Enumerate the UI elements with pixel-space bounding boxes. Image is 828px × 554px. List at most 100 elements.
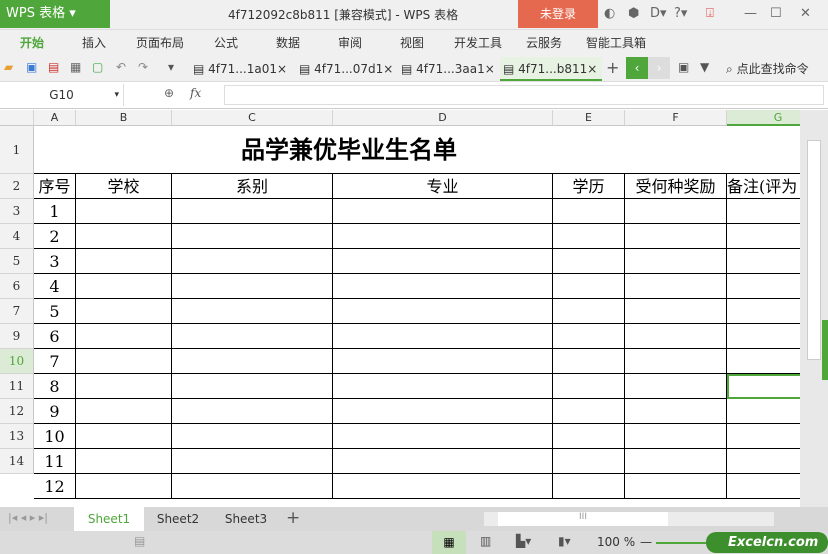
column-header-C[interactable]: C bbox=[172, 110, 333, 126]
data-cell[interactable] bbox=[625, 449, 727, 474]
select-all-corner[interactable] bbox=[0, 110, 34, 126]
sequence-cell[interactable]: 9 bbox=[34, 399, 76, 424]
zoom-level[interactable]: 100 % bbox=[597, 535, 635, 549]
menu-tab-5[interactable]: 审阅 bbox=[338, 30, 362, 56]
menu-tab-9[interactable]: 智能工具箱 bbox=[586, 30, 646, 56]
column-header-D[interactable]: D bbox=[333, 110, 553, 126]
data-cell[interactable] bbox=[76, 224, 172, 249]
column-title-cell[interactable]: 学校 bbox=[76, 174, 172, 199]
data-cell[interactable] bbox=[727, 274, 800, 299]
sheet-tab-Sheet2[interactable]: Sheet2 bbox=[144, 507, 212, 531]
scroll-thumb[interactable] bbox=[807, 140, 821, 360]
data-cell[interactable] bbox=[553, 299, 625, 324]
row-header-5[interactable]: 5 bbox=[0, 249, 34, 274]
row-header-1[interactable]: 1 bbox=[0, 126, 34, 174]
close-button[interactable]: ✕ bbox=[800, 6, 811, 21]
save-icon[interactable]: ▣ bbox=[26, 60, 37, 74]
help-icon[interactable]: ?▾ bbox=[674, 6, 687, 21]
skin-icon[interactable]: ◐ bbox=[604, 6, 615, 21]
selected-cell-G10[interactable] bbox=[727, 374, 800, 399]
data-cell[interactable] bbox=[333, 249, 553, 274]
data-cell[interactable] bbox=[625, 424, 727, 449]
zoom-formula-icon[interactable]: ⊕ bbox=[164, 86, 174, 100]
data-cell[interactable] bbox=[333, 349, 553, 374]
data-cell[interactable] bbox=[172, 324, 333, 349]
side-panel-handle[interactable] bbox=[822, 320, 828, 380]
data-cell[interactable] bbox=[727, 299, 800, 324]
row-header-9[interactable]: 9 bbox=[0, 324, 34, 349]
sequence-cell[interactable]: 1 bbox=[34, 199, 76, 224]
h-scroll-thumb[interactable]: III bbox=[498, 512, 668, 526]
download-icon[interactable]: ⍗ bbox=[706, 6, 714, 21]
data-cell[interactable] bbox=[553, 349, 625, 374]
data-cell[interactable] bbox=[172, 474, 333, 499]
data-cell[interactable] bbox=[172, 274, 333, 299]
data-cell[interactable] bbox=[333, 274, 553, 299]
undo-icon[interactable]: ↶ bbox=[116, 60, 126, 74]
menu-tab-1[interactable]: 插入 bbox=[82, 30, 106, 56]
data-cell[interactable] bbox=[172, 199, 333, 224]
row-header-13[interactable]: 13 bbox=[0, 424, 34, 449]
feedback-icon[interactable]: D▾ bbox=[650, 6, 667, 21]
data-cell[interactable] bbox=[76, 449, 172, 474]
data-cell[interactable] bbox=[76, 324, 172, 349]
row-header-6[interactable]: 6 bbox=[0, 274, 34, 299]
pdf-icon[interactable]: ▤ bbox=[48, 60, 59, 74]
menu-tab-0[interactable]: 开始 bbox=[20, 30, 44, 56]
column-header-G[interactable]: G bbox=[727, 110, 800, 126]
data-cell[interactable] bbox=[333, 424, 553, 449]
sequence-cell[interactable]: 3 bbox=[34, 249, 76, 274]
data-cell[interactable] bbox=[727, 424, 800, 449]
data-cell[interactable] bbox=[727, 199, 800, 224]
sequence-cell[interactable]: 7 bbox=[34, 349, 76, 374]
data-cell[interactable] bbox=[553, 449, 625, 474]
data-cell[interactable] bbox=[333, 299, 553, 324]
vertical-scrollbar[interactable] bbox=[800, 110, 828, 507]
sequence-cell[interactable]: 2 bbox=[34, 224, 76, 249]
column-header-A[interactable]: A bbox=[34, 110, 76, 126]
row-header-7[interactable]: 7 bbox=[0, 299, 34, 324]
new-tab-button[interactable]: + bbox=[606, 58, 619, 77]
settings-icon[interactable]: ⬢ bbox=[628, 6, 639, 21]
row-header-2[interactable]: 2 bbox=[0, 174, 34, 199]
data-cell[interactable] bbox=[727, 349, 800, 374]
data-cell[interactable] bbox=[76, 374, 172, 399]
row-header-11[interactable]: 11 bbox=[0, 374, 34, 399]
data-cell[interactable] bbox=[76, 299, 172, 324]
row-header-4[interactable]: 4 bbox=[0, 224, 34, 249]
column-header-E[interactable]: E bbox=[553, 110, 625, 126]
data-cell[interactable] bbox=[553, 274, 625, 299]
name-box[interactable]: G10 ▾ bbox=[0, 84, 124, 106]
layout-icon[interactable]: ▙▾ bbox=[516, 534, 531, 548]
display-icon[interactable]: ▣ bbox=[678, 60, 689, 74]
data-cell[interactable] bbox=[553, 249, 625, 274]
column-header-B[interactable]: B bbox=[76, 110, 172, 126]
data-cell[interactable] bbox=[625, 349, 727, 374]
data-cell[interactable] bbox=[172, 249, 333, 274]
column-title-cell[interactable]: 系别 bbox=[172, 174, 333, 199]
data-cell[interactable] bbox=[76, 399, 172, 424]
data-cell[interactable] bbox=[333, 224, 553, 249]
menu-tab-7[interactable]: 开发工具 bbox=[454, 30, 502, 56]
data-cell[interactable] bbox=[553, 424, 625, 449]
column-title-cell[interactable]: 受何种奖励 bbox=[625, 174, 727, 199]
horizontal-scrollbar[interactable]: III bbox=[484, 512, 774, 526]
data-cell[interactable] bbox=[172, 424, 333, 449]
data-cell[interactable] bbox=[333, 474, 553, 499]
tab-prev-button[interactable]: ‹ bbox=[626, 57, 648, 79]
open-icon[interactable]: ▰ bbox=[4, 60, 13, 74]
sheet-tab-Sheet1[interactable]: Sheet1 bbox=[74, 507, 144, 531]
data-cell[interactable] bbox=[625, 474, 727, 499]
menu-tab-3[interactable]: 公式 bbox=[214, 30, 238, 56]
sequence-cell[interactable]: 5 bbox=[34, 299, 76, 324]
sequence-cell[interactable]: 11 bbox=[34, 449, 76, 474]
data-cell[interactable] bbox=[76, 424, 172, 449]
close-tab-icon[interactable]: × bbox=[277, 62, 287, 76]
data-cell[interactable] bbox=[625, 374, 727, 399]
sheet-tab-Sheet3[interactable]: Sheet3 bbox=[212, 507, 280, 531]
sequence-cell[interactable]: 6 bbox=[34, 324, 76, 349]
data-cell[interactable] bbox=[625, 324, 727, 349]
column-title-cell[interactable]: 序号 bbox=[34, 174, 76, 199]
tab-next-button[interactable]: › bbox=[648, 57, 670, 79]
data-cell[interactable] bbox=[172, 399, 333, 424]
